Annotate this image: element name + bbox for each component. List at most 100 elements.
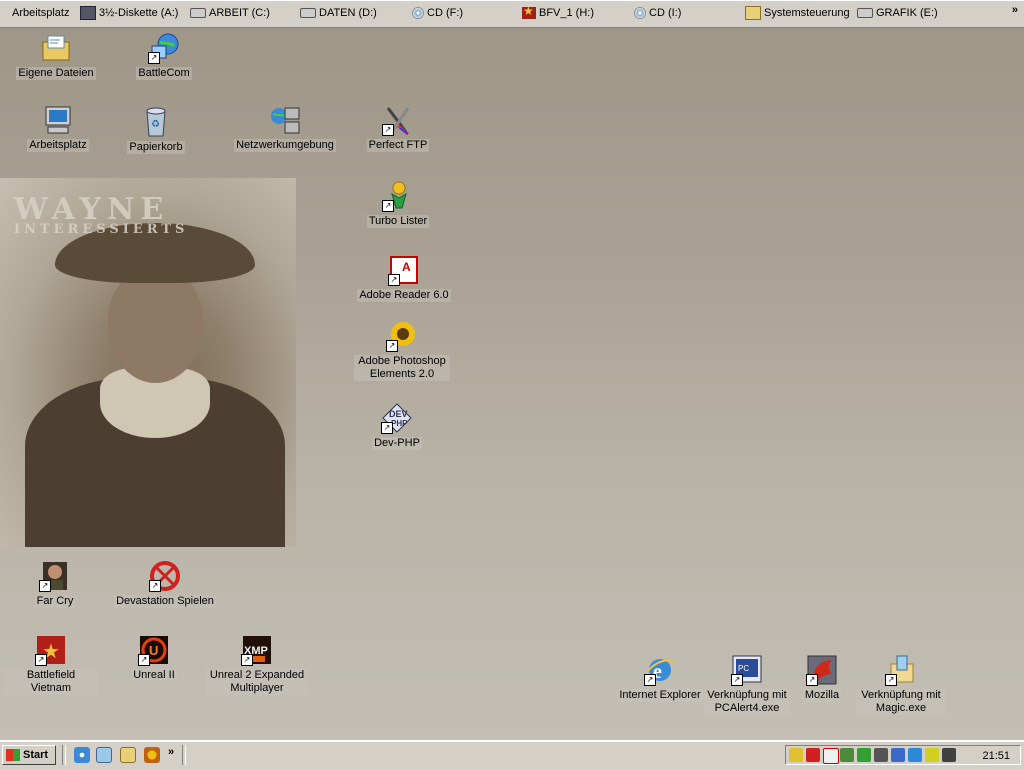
- taskbar: Start » 21:51: [0, 740, 1024, 769]
- desktop-icon-unreal-ii[interactable]: U Unreal II: [124, 634, 184, 682]
- desktop-icon-label: Dev-PHP: [372, 437, 422, 450]
- antivirus-icon[interactable]: [806, 748, 820, 762]
- toolbar-item-label: BFV_1 (H:): [539, 7, 595, 19]
- svg-text:DEV: DEV: [389, 409, 408, 419]
- toolbar-item-drive-d[interactable]: DATEN (D:): [300, 5, 377, 21]
- desktop-icon-unreal-xmp[interactable]: XMP Unreal 2 Expanded Multiplayer: [206, 634, 308, 695]
- desktop-icon-label: Papierkorb: [127, 141, 185, 154]
- start-button[interactable]: Start: [2, 745, 56, 765]
- connection-icon[interactable]: [908, 748, 922, 762]
- wallpaper-image: WAYNE INTERESSIERTS: [0, 178, 296, 547]
- toolbar-item-drive-c[interactable]: ARBEIT (C:): [190, 5, 270, 21]
- desktop-icon-battlefield-vietnam[interactable]: ★ Battlefield Vietnam: [4, 634, 98, 695]
- quicklaunch-photoshop-icon[interactable]: [144, 747, 160, 763]
- svg-text:★: ★: [42, 641, 60, 663]
- drives-toolbar: Arbeitsplatz 3½-Diskette (A:) ARBEIT (C:…: [0, 0, 1024, 28]
- monitor-icon[interactable]: [891, 748, 905, 762]
- desktop-icon-label: Perfect FTP: [366, 139, 430, 152]
- desktop-icon-label: Internet Explorer: [617, 689, 703, 702]
- toolbar-item-systemsteuerung[interactable]: Systemsteuerung: [745, 5, 850, 21]
- toolbar-item-label: DATEN (D:): [319, 7, 377, 19]
- recycle-bin-icon: ♻: [140, 106, 172, 138]
- svg-text:PC: PC: [738, 664, 749, 673]
- desktop-icon-netzwerkumgebung[interactable]: Netzwerkumgebung: [230, 104, 340, 152]
- quicklaunch-ie-icon[interactable]: [74, 747, 90, 763]
- desktop-icon-internet-explorer[interactable]: e Internet Explorer: [614, 654, 706, 702]
- toolbar-item-cd-i[interactable]: CD (I:): [634, 5, 681, 21]
- drive-icon: [857, 8, 873, 18]
- desktop-icon-dev-php[interactable]: DEVPHP Dev-PHP: [362, 402, 432, 450]
- toolbar-item-label: ARBEIT (C:): [209, 7, 270, 19]
- desktop-icon-perfect-ftp[interactable]: Perfect FTP: [358, 104, 438, 152]
- desktop-icon-photoshop-elements[interactable]: Adobe Photoshop Elements 2.0: [354, 320, 450, 381]
- desktop-icon-turbo-lister[interactable]: Turbo Lister: [358, 180, 438, 228]
- desktop-icon-label: Turbo Lister: [366, 215, 430, 228]
- documents-folder-icon: [40, 32, 72, 64]
- dev-php-icon: DEV PHP: [381, 402, 413, 434]
- printer-icon[interactable]: [874, 748, 888, 762]
- quicklaunch-desktop-icon[interactable]: [120, 747, 136, 763]
- network-globe-icon: [148, 32, 180, 64]
- svg-text:PHP: PHP: [391, 419, 408, 428]
- windows-logo-icon: [6, 749, 20, 761]
- desktop-icon-battlecom[interactable]: BattleCom: [126, 32, 202, 80]
- devastation-icon: [149, 560, 181, 592]
- toolbar-item-label: CD (I:): [649, 7, 682, 19]
- start-button-label: Start: [23, 749, 49, 761]
- battlefield-icon: ★: [35, 634, 67, 666]
- desktop-icon-label: Verknüpfung mit PCAlert4.exe: [704, 689, 790, 715]
- network-icon: [269, 104, 301, 136]
- toolbar-item-label: Arbeitsplatz: [12, 7, 70, 19]
- quicklaunch-outlook-icon[interactable]: [96, 747, 112, 763]
- folder-icon: [745, 6, 761, 20]
- desktop-icon-adobe-reader[interactable]: A Adobe Reader 6.0: [354, 254, 454, 302]
- network-tray-icon[interactable]: [857, 748, 871, 762]
- desktop-icon-label: Mozilla: [802, 689, 842, 702]
- toolbar-item-floppy[interactable]: 3½-Diskette (A:): [80, 5, 178, 21]
- desktop-icon-label: Far Cry: [34, 595, 76, 608]
- task-icon[interactable]: [942, 748, 956, 762]
- star-icon: [522, 4, 536, 19]
- desktop-icon-magic[interactable]: Verknüpfung mit Magic.exe: [856, 654, 946, 715]
- desktop-icon-arbeitsplatz[interactable]: Arbeitsplatz: [18, 104, 98, 152]
- xmp-icon: XMP: [241, 634, 273, 666]
- nvidia-icon[interactable]: [840, 748, 854, 762]
- toolbar-item-arbeitsplatz[interactable]: Arbeitsplatz: [12, 5, 69, 21]
- desktop-icon-label: Netzwerkumgebung: [234, 139, 336, 152]
- desktop-icon-label: Adobe Photoshop Elements 2.0: [354, 355, 450, 381]
- desktop-icon-eigene-dateien[interactable]: Eigene Dateien: [16, 32, 96, 80]
- desktop-icon-label: Arbeitsplatz: [27, 139, 89, 152]
- wallpaper-figure-face: [108, 268, 203, 383]
- alert-icon[interactable]: [925, 748, 939, 762]
- desktop-icon-mozilla[interactable]: Mozilla: [796, 654, 848, 702]
- svg-text:U: U: [149, 643, 158, 658]
- internet-explorer-icon: e: [644, 654, 676, 686]
- sunflower-icon: [386, 320, 418, 352]
- desktop-icon-devastation[interactable]: Devastation Spielen: [114, 560, 216, 608]
- desktop-icon-label: Verknüpfung mit Magic.exe: [856, 689, 946, 715]
- pcalert-icon: PC: [731, 654, 763, 686]
- desktop-icon-label: Eigene Dateien: [16, 67, 96, 80]
- taskbar-separator: [182, 745, 186, 765]
- drive-icon: [300, 8, 316, 18]
- drive-icon: [190, 8, 206, 18]
- security-icon[interactable]: [823, 748, 839, 764]
- toolbar-item-label: CD (F:): [427, 7, 464, 19]
- desktop-icon-pcalert[interactable]: PC Verknüpfung mit PCAlert4.exe: [704, 654, 790, 715]
- quicklaunch-overflow-button[interactable]: »: [168, 746, 174, 758]
- toolbar-item-drive-e[interactable]: GRAFIK (E:): [857, 5, 938, 21]
- desktop-icon-far-cry[interactable]: Far Cry: [22, 560, 88, 608]
- desktop-icon-label: Adobe Reader 6.0: [357, 289, 451, 302]
- computer-icon: [42, 104, 74, 136]
- volume-icon[interactable]: [789, 748, 803, 762]
- toolbar-item-cd-f[interactable]: CD (F:): [412, 5, 463, 21]
- desktop-icon-papierkorb[interactable]: ♻ Papierkorb: [118, 106, 194, 154]
- toolbar-overflow-button[interactable]: »: [1012, 4, 1018, 16]
- desktop-icon-label: Battlefield Vietnam: [4, 669, 98, 695]
- desktop-icon-label: BattleCom: [136, 67, 192, 80]
- toolbar-item-bfv[interactable]: BFV_1 (H:): [522, 4, 595, 21]
- far-cry-icon: [39, 560, 71, 592]
- toolbar-item-label: 3½-Diskette (A:): [99, 7, 179, 19]
- system-tray: 21:51: [785, 745, 1021, 765]
- clock: 21:51: [982, 750, 1010, 762]
